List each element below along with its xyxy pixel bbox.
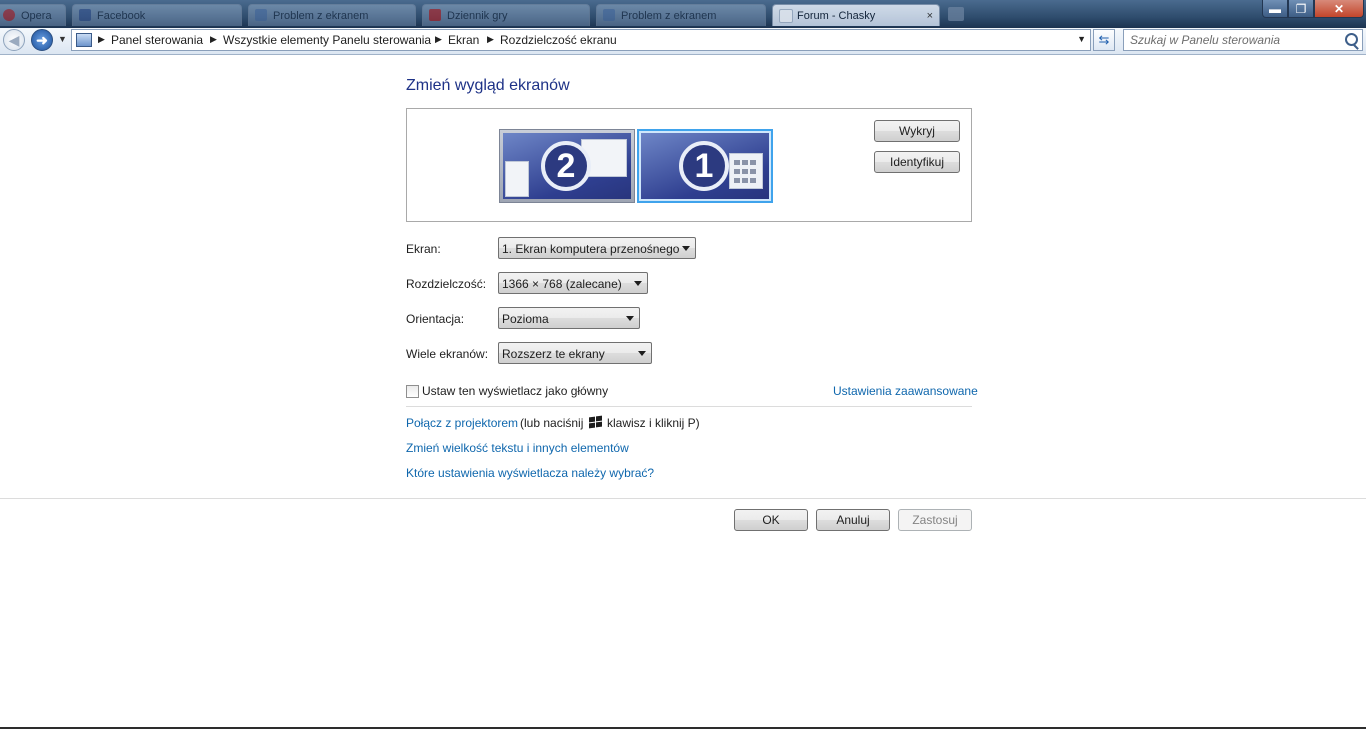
ok-button[interactable]: OK <box>734 509 808 531</box>
breadcrumb-rozdzielczosc-ekranu[interactable]: Rozdzielczość ekranu <box>500 33 617 47</box>
tab-opera[interactable]: Opera <box>0 4 66 26</box>
breadcrumb[interactable]: ▶ Panel sterowania ▶ Wszystkie elementy … <box>71 29 1091 51</box>
tab-forum[interactable]: Forum - Chasky × <box>772 4 940 26</box>
refresh-icon: ⇆ <box>1098 32 1110 47</box>
window-thumbnail-icon <box>505 161 529 197</box>
page-icon <box>255 9 267 21</box>
window-thumbnail-icon <box>729 153 763 189</box>
tab-problem-1[interactable]: Problem z ekranem <box>248 4 416 26</box>
breadcrumb-wszystkie-elementy[interactable]: Wszystkie elementy Panelu sterowania <box>223 33 431 47</box>
address-dropdown-icon[interactable]: ▼ <box>1077 34 1086 44</box>
monitor-1-screen: 1 <box>641 133 769 199</box>
page-icon <box>603 9 615 21</box>
cancel-button[interactable]: Anuluj <box>816 509 890 531</box>
facebook-icon <box>79 9 91 21</box>
page-icon <box>779 9 793 23</box>
back-arrow-icon: ◀ <box>8 32 20 48</box>
display-label: Ekran: <box>406 242 441 256</box>
breadcrumb-ekran[interactable]: Ekran <box>448 33 479 47</box>
apply-button[interactable]: Zastosuj <box>898 509 972 531</box>
breadcrumb-separator-icon[interactable]: ▶ <box>435 34 442 45</box>
main-display-checkbox-label[interactable]: Ustaw ten wyświetlacz jako główny <box>422 384 608 398</box>
resolution-label: Rozdzielczość: <box>406 277 487 291</box>
chevron-down-icon <box>634 281 642 286</box>
chevron-down-icon <box>638 351 646 356</box>
monitor-2-screen: 2 <box>503 133 631 199</box>
monitor-1-number: 1 <box>679 141 729 191</box>
close-button[interactable]: ✕ <box>1314 0 1364 18</box>
new-tab-button[interactable] <box>948 7 964 21</box>
tab-dziennik[interactable]: Dziennik gry <box>422 4 590 26</box>
footer-divider <box>0 498 1366 499</box>
tab-label: Problem z ekranem <box>621 10 717 22</box>
monitor-2-number: 2 <box>541 141 591 191</box>
resolution-select[interactable]: 1366 × 768 (zalecane) <box>498 272 648 294</box>
divider <box>406 406 972 407</box>
chevron-down-icon <box>682 246 690 251</box>
projector-hint-end: klawisz i kliknij P) <box>607 416 700 430</box>
search-box <box>1123 29 1363 51</box>
display-select[interactable]: 1. Ekran komputera przenośnego <box>498 237 696 259</box>
breadcrumb-panel-sterowania[interactable]: Panel sterowania <box>111 33 203 47</box>
windows-logo-icon <box>589 415 603 429</box>
tab-facebook[interactable]: Facebook <box>72 4 242 26</box>
chevron-down-icon <box>626 316 634 321</box>
monitor-2[interactable]: 2 <box>499 129 635 203</box>
back-button[interactable]: ◀ <box>3 29 25 51</box>
search-icon[interactable] <box>1345 33 1358 46</box>
orientation-value: Pozioma <box>502 312 549 326</box>
window-bottom-edge <box>0 727 1366 729</box>
control-panel-icon <box>76 33 92 47</box>
forward-arrow-icon: ➜ <box>36 32 48 48</box>
resolution-value: 1366 × 768 (zalecane) <box>502 277 622 291</box>
refresh-button[interactable]: ⇆ <box>1093 29 1115 51</box>
tab-close-icon[interactable]: × <box>927 5 933 26</box>
orientation-label: Orientacja: <box>406 312 465 326</box>
monitor-arrangement-panel: 2 1 Wykryj Identyfikuj <box>406 108 972 222</box>
tab-label: Opera <box>21 10 52 22</box>
monitor-1[interactable]: 1 <box>637 129 773 203</box>
tab-label: Dziennik gry <box>447 10 508 22</box>
advanced-settings-link[interactable]: Ustawienia zaawansowane <box>833 384 978 398</box>
search-input[interactable] <box>1130 32 1336 48</box>
connect-projector-link[interactable]: Połącz z projektorem <box>406 416 518 430</box>
detect-button[interactable]: Wykryj <box>874 120 960 142</box>
address-bar: ◀ ➜ ▼ ▶ Panel sterowania ▶ Wszystkie ele… <box>0 28 1366 55</box>
tab-label: Facebook <box>97 10 146 22</box>
tab-label: Problem z ekranem <box>273 10 369 22</box>
which-settings-link[interactable]: Które ustawienia wyświetlacza należy wyb… <box>406 466 654 480</box>
window-title-bar: Opera Facebook Problem z ekranem Dzienni… <box>0 0 1366 28</box>
multiple-displays-value: Rozszerz te ekrany <box>502 347 605 361</box>
maximize-button[interactable]: ❐ <box>1288 0 1314 18</box>
opera-icon <box>3 9 15 21</box>
minimize-button[interactable]: ▬ <box>1262 0 1288 18</box>
orientation-select[interactable]: Pozioma <box>498 307 640 329</box>
forward-button[interactable]: ➜ <box>31 29 53 51</box>
tab-label: Forum - Chasky <box>797 10 876 22</box>
breadcrumb-separator-icon[interactable]: ▶ <box>487 34 494 45</box>
identify-button[interactable]: Identyfikuj <box>874 151 960 173</box>
tab-problem-2[interactable]: Problem z ekranem <box>596 4 766 26</box>
display-value: 1. Ekran komputera przenośnego <box>502 242 680 256</box>
recent-pages-dropdown-icon[interactable]: ▼ <box>58 34 67 44</box>
multiple-displays-select[interactable]: Rozszerz te ekrany <box>498 342 652 364</box>
breadcrumb-separator-icon[interactable]: ▶ <box>98 34 105 45</box>
breadcrumb-separator-icon[interactable]: ▶ <box>210 34 217 45</box>
page-title: Zmień wygląd ekranów <box>406 77 570 94</box>
projector-hint-start: (lub naciśnij <box>520 416 584 430</box>
page-icon <box>429 9 441 21</box>
text-size-link[interactable]: Zmień wielkość tekstu i innych elementów <box>406 441 629 455</box>
multiple-displays-label: Wiele ekranów: <box>406 347 489 361</box>
main-display-checkbox[interactable] <box>406 385 419 398</box>
